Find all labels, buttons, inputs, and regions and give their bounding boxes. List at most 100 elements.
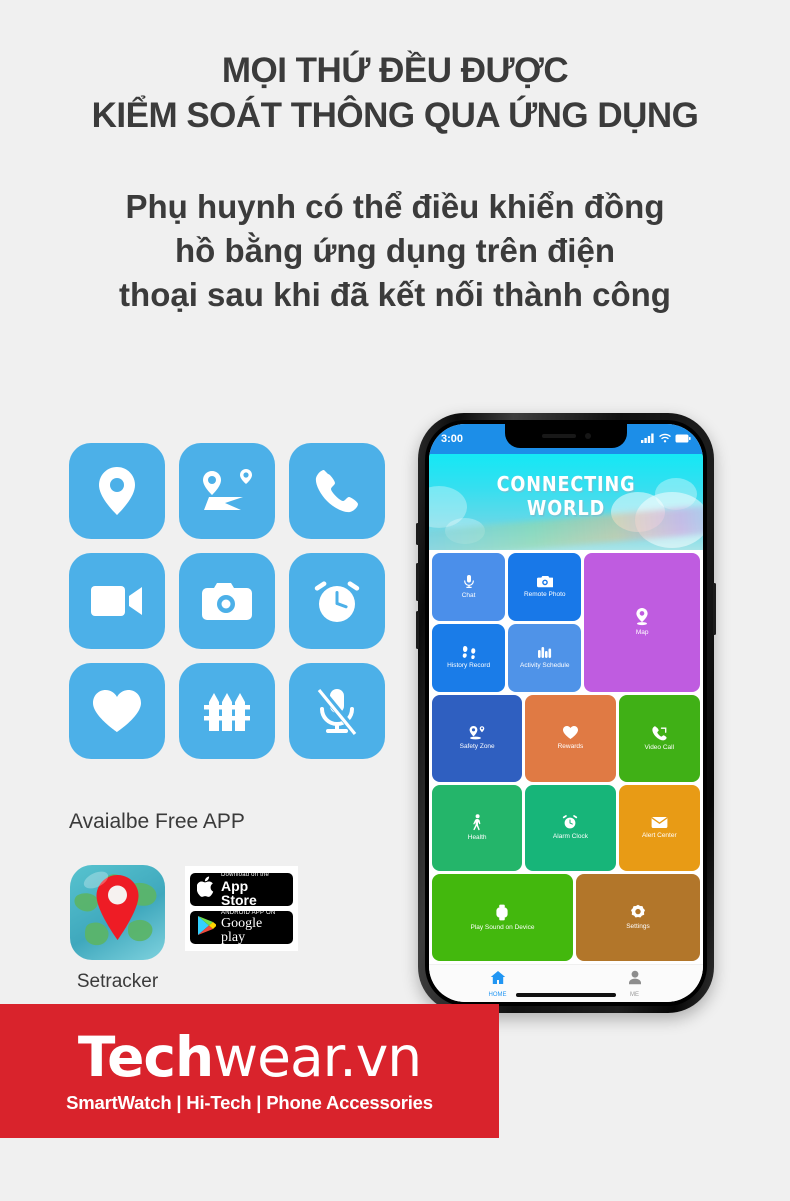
microphone-muted-icon bbox=[313, 685, 361, 737]
tile-health-label: Health bbox=[467, 833, 487, 841]
tile-map-label: Map bbox=[635, 629, 649, 637]
tile-map[interactable]: Map bbox=[584, 553, 700, 692]
tile-row-1: Chat Remote Photo History Record Activit… bbox=[432, 553, 700, 692]
tile-video-call[interactable]: Video Call bbox=[618, 694, 700, 782]
map-pin-icon bbox=[634, 607, 650, 626]
person-icon bbox=[628, 970, 642, 990]
walking-icon bbox=[471, 814, 484, 831]
phone-power-button bbox=[713, 583, 716, 635]
home-indicator bbox=[516, 993, 616, 997]
alarm-clock-icon bbox=[311, 576, 363, 626]
video-camera-icon-tile bbox=[69, 553, 165, 649]
app-banner-title-line-2: WORLD bbox=[526, 496, 606, 520]
setracker-app-icon bbox=[70, 865, 165, 960]
route-map-icon-tile bbox=[179, 443, 275, 539]
tile-history-record-label: History Record bbox=[447, 662, 491, 670]
heart-icon bbox=[562, 725, 579, 740]
nav-item-home-label: HOME bbox=[488, 991, 507, 998]
location-pin-icon bbox=[94, 465, 140, 517]
wifi-icon bbox=[659, 430, 671, 448]
subheadline-line-1: Phụ huynh có thể điều khiển đồng bbox=[125, 188, 665, 225]
tile-health[interactable]: Health bbox=[432, 784, 523, 872]
microphone-muted-icon-tile bbox=[289, 663, 385, 759]
status-bar-time: 3:00 bbox=[441, 433, 464, 445]
app-store-badge-big: App Store bbox=[221, 878, 257, 908]
headline-line-1: MỌI THỨ ĐỀU ĐƯỢC bbox=[221, 51, 569, 90]
google-play-icon bbox=[197, 915, 217, 941]
phone-mockup: 3:00 CONNECTING WORLD Chat Remote Photo … bbox=[416, 413, 716, 1013]
google-play-badge-big: Google play bbox=[221, 916, 263, 945]
phone-notch bbox=[505, 424, 627, 448]
alarm-clock-icon bbox=[562, 814, 578, 830]
app-store-badge-text: Download on the App Store bbox=[221, 872, 286, 907]
tile-play-sound-on-device[interactable]: Play Sound on Device bbox=[432, 874, 573, 961]
tile-alarm-clock-label: Alarm Clock bbox=[552, 833, 588, 841]
headline-line-2: KIỂM SOÁT THÔNG QUA ỨNG DỤNG bbox=[91, 96, 699, 135]
phone-volume-up-button bbox=[416, 563, 419, 601]
app-banner-title-line-1: CONNECTING bbox=[496, 472, 636, 496]
brand-tagline: SmartWatch | Hi-Tech | Phone Accessories bbox=[66, 1092, 433, 1113]
brand-logo-light: wear.vn bbox=[213, 1025, 422, 1089]
tile-row-2: Safety Zone Rewards Video Call bbox=[432, 694, 700, 782]
geo-fence-icon bbox=[468, 725, 486, 740]
footsteps-icon bbox=[461, 645, 477, 660]
phone-bezel: 3:00 CONNECTING WORLD Chat Remote Photo … bbox=[425, 420, 707, 1006]
tile-subrow-2: History Record Activity Schedule bbox=[432, 623, 582, 692]
brand-logo: Techwear.vn bbox=[78, 1025, 422, 1089]
tile-quad-group: Chat Remote Photo History Record Activit… bbox=[432, 553, 582, 692]
fence-icon-tile bbox=[179, 663, 275, 759]
tile-alert-center-label: Alert Center bbox=[641, 831, 677, 839]
status-bar-icons bbox=[641, 430, 691, 448]
setracker-app[interactable]: Setracker bbox=[70, 865, 165, 993]
camera-icon bbox=[536, 575, 553, 588]
page-headline: MỌI THỨ ĐỀU ĐƯỢC KIỂM SOÁT THÔNG QUA ỨNG… bbox=[0, 48, 790, 138]
alarm-clock-icon-tile bbox=[289, 553, 385, 649]
location-pin-icon-tile bbox=[69, 443, 165, 539]
video-camera-icon bbox=[89, 582, 145, 620]
heart-icon-tile bbox=[69, 663, 165, 759]
gear-icon bbox=[630, 904, 646, 920]
tile-remote-photo[interactable]: Remote Photo bbox=[508, 553, 582, 621]
envelope-icon bbox=[651, 816, 668, 829]
feature-icon-grid bbox=[69, 443, 385, 759]
tile-safety-zone[interactable]: Safety Zone bbox=[432, 694, 523, 782]
tile-history-record[interactable]: History Record bbox=[432, 623, 506, 692]
tile-rewards[interactable]: Rewards bbox=[525, 694, 616, 782]
tile-remote-photo-label: Remote Photo bbox=[523, 590, 566, 598]
camera-icon bbox=[200, 579, 254, 623]
subheadline-line-2: hồ bằng ứng dụng trên điện bbox=[174, 232, 615, 269]
google-play-badge-text: ANDROID APP ON Google play bbox=[221, 910, 286, 945]
camera-icon-tile bbox=[179, 553, 275, 649]
phone-volume-down-button bbox=[416, 611, 419, 649]
tile-safety-zone-label: Safety Zone bbox=[459, 743, 495, 751]
phone-call-icon-tile bbox=[289, 443, 385, 539]
tile-chat-label: Chat bbox=[461, 591, 476, 599]
fence-icon bbox=[201, 689, 253, 733]
available-app-label: Avaialbe Free APP bbox=[69, 810, 245, 833]
front-camera bbox=[584, 433, 591, 439]
route-map-icon bbox=[198, 467, 256, 515]
tile-alarm-clock[interactable]: Alarm Clock bbox=[525, 784, 616, 872]
tile-chat[interactable]: Chat bbox=[432, 553, 506, 621]
tile-settings[interactable]: Settings bbox=[575, 874, 700, 961]
page-subheadline: Phụ huynh có thể điều khiển đồng hồ bằng… bbox=[0, 185, 790, 317]
tile-row-4: Play Sound on Device Settings bbox=[432, 874, 700, 961]
phone-screen: 3:00 CONNECTING WORLD Chat Remote Photo … bbox=[429, 424, 703, 1002]
tile-video-call-label: Video Call bbox=[644, 743, 675, 751]
phone-call-icon bbox=[651, 725, 667, 741]
tile-activity-schedule[interactable]: Activity Schedule bbox=[508, 623, 582, 692]
tile-settings-label: Settings bbox=[626, 923, 650, 931]
signal-icon bbox=[641, 430, 655, 448]
tile-row-3: Health Alarm Clock Alert Center bbox=[432, 784, 700, 872]
subheadline-line-3: thoại sau khi đã kết nối thành công bbox=[119, 276, 671, 313]
app-tile-grid: Chat Remote Photo History Record Activit… bbox=[429, 550, 703, 964]
app-store-badge[interactable]: Download on the App Store bbox=[190, 872, 293, 907]
bar-chart-icon bbox=[537, 645, 552, 659]
google-play-badge[interactable]: ANDROID APP ON Google play bbox=[190, 910, 293, 945]
battery-icon bbox=[675, 430, 691, 448]
app-hero-banner: CONNECTING WORLD bbox=[429, 454, 703, 550]
tile-rewards-label: Rewards bbox=[557, 743, 584, 751]
tile-activity-schedule-label: Activity Schedule bbox=[519, 662, 570, 670]
setracker-app-name: Setracker bbox=[76, 971, 159, 992]
tile-alert-center[interactable]: Alert Center bbox=[618, 784, 700, 872]
